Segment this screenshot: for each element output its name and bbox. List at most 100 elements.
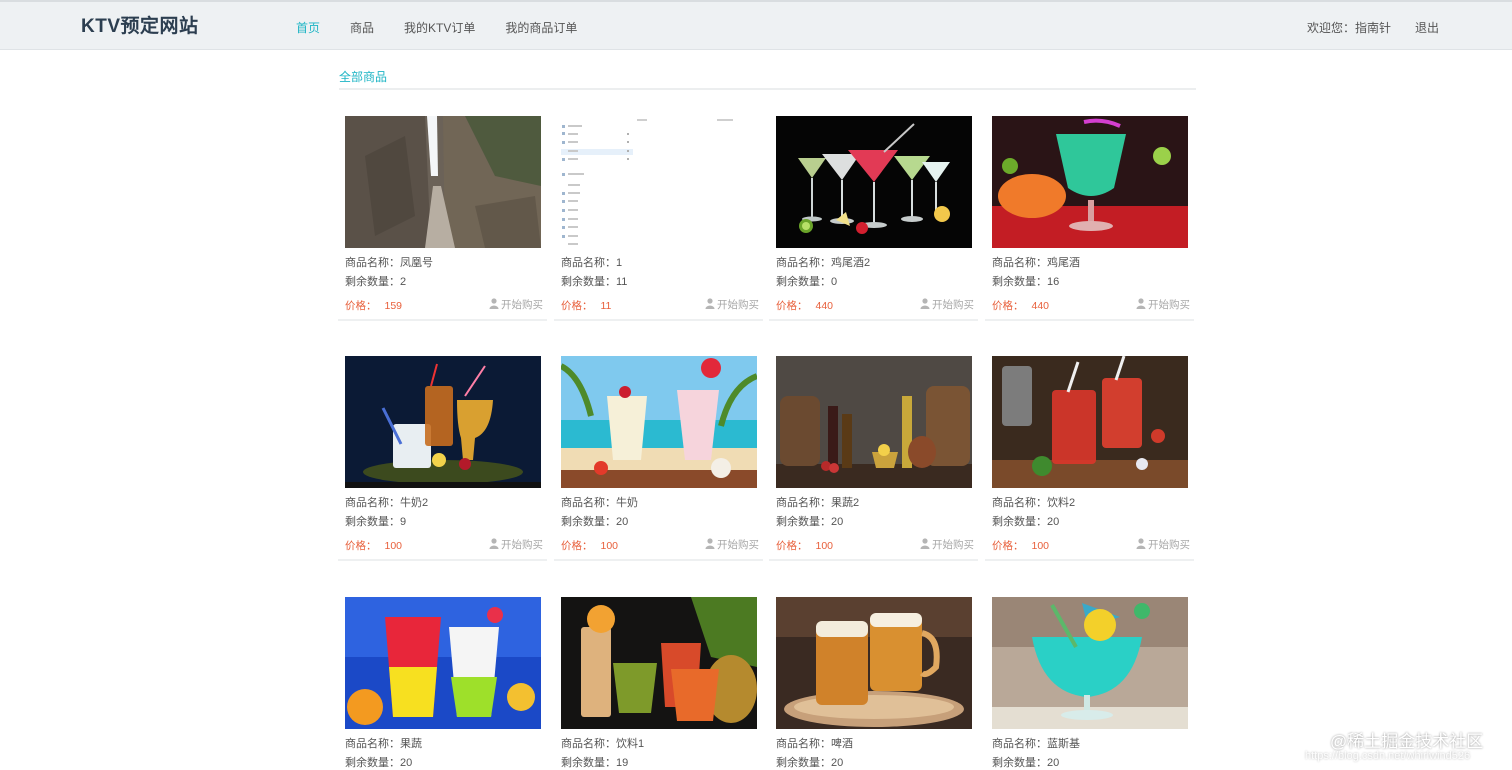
product-price: 价格： 440 [992, 298, 1049, 313]
price-value: 100 [1031, 540, 1050, 552]
product-image-wine-barrels[interactable] [776, 356, 972, 488]
product-quantity: 剩余数量：20 [992, 757, 1060, 769]
card-divider [985, 559, 1194, 561]
buy-label: 开始购买 [1148, 299, 1190, 311]
buy-button[interactable]: 开始购买 [705, 537, 759, 552]
price-label: 价格： [992, 300, 1024, 312]
buy-label: 开始购买 [717, 539, 759, 551]
nav-home[interactable]: 首页 [296, 19, 320, 36]
product-quantity: 剩余数量：9 [345, 516, 407, 528]
product-image-cocktails[interactable] [776, 116, 972, 248]
card-divider [554, 319, 763, 321]
product-image-rainbow-cocktails[interactable] [345, 597, 541, 729]
product-price: 价格： 440 [776, 298, 833, 313]
price-value: 100 [600, 540, 619, 552]
product-quantity: 剩余数量：19 [561, 757, 629, 769]
user-icon [489, 298, 499, 309]
card-divider [769, 319, 978, 321]
product-image-drinks-dark[interactable] [345, 356, 541, 488]
buy-button[interactable]: 开始购买 [1136, 537, 1190, 552]
product-quantity: 剩余数量：20 [561, 516, 629, 528]
price-value: 100 [384, 540, 403, 552]
product-image-canyon[interactable] [345, 116, 541, 248]
user-icon [705, 298, 715, 309]
card-divider [554, 559, 763, 561]
buy-label: 开始购买 [501, 299, 543, 311]
product-quantity: 剩余数量：0 [776, 276, 838, 288]
welcome-user: 欢迎您：指南针 [1307, 21, 1392, 35]
section-title: 全部商品 [339, 70, 388, 84]
buy-button[interactable]: 开始购买 [920, 297, 974, 312]
watermark-url: https://blog.csdn.net/whirlwind526 [1305, 750, 1471, 762]
card-divider [338, 319, 547, 321]
product-card: 商品名称：啤酒 剩余数量：20 [769, 589, 978, 770]
product-name: 商品名称：蓝斯基 [992, 738, 1080, 750]
product-name: 商品名称：鸡尾酒2 [776, 257, 871, 269]
product-name: 商品名称：凤凰号 [345, 257, 433, 269]
product-quantity: 剩余数量：20 [992, 516, 1060, 528]
card-divider [985, 319, 1194, 321]
section-divider [339, 88, 1196, 90]
buy-button[interactable]: 开始购买 [1136, 297, 1190, 312]
nav-product-orders[interactable]: 我的商品订单 [505, 19, 577, 36]
user-icon [920, 538, 930, 549]
product-card: 商品名称：饮料2 剩余数量：20 价格： 100 开始购买 [985, 348, 1194, 562]
product-name: 商品名称：1 [561, 257, 623, 269]
buy-label: 开始购买 [1148, 539, 1190, 551]
product-card: 商品名称：果蔬 剩余数量：20 [338, 589, 547, 770]
product-image-file-explorer[interactable] [561, 116, 757, 248]
price-label: 价格： [561, 540, 593, 552]
nav-ktv-orders[interactable]: 我的KTV订单 [404, 19, 475, 36]
user-icon [489, 538, 499, 549]
buy-label: 开始购买 [932, 299, 974, 311]
product-image-red-iced-drinks[interactable] [992, 356, 1188, 488]
product-quantity: 剩余数量：20 [776, 757, 844, 769]
product-card: 商品名称：饮料1 剩余数量：19 [554, 589, 763, 770]
logout-link[interactable]: 退出 [1415, 19, 1439, 36]
user-icon [705, 538, 715, 549]
site-brand[interactable]: KTV预定网站 [81, 11, 199, 38]
product-name: 商品名称：饮料2 [992, 497, 1076, 509]
buy-button[interactable]: 开始购买 [489, 297, 543, 312]
product-quantity: 剩余数量：2 [345, 276, 407, 288]
product-card: 商品名称：鸡尾酒2 剩余数量：0 价格： 440 开始购买 [769, 108, 978, 322]
product-name: 商品名称：果蔬 [345, 738, 422, 750]
price-label: 价格： [776, 300, 808, 312]
price-value: 440 [1031, 300, 1050, 312]
product-name: 商品名称：牛奶2 [345, 497, 429, 509]
card-divider [769, 559, 978, 561]
product-image-green-cocktail[interactable] [992, 116, 1188, 248]
product-price: 价格： 100 [776, 538, 833, 553]
card-divider [338, 559, 547, 561]
nav-products[interactable]: 商品 [350, 19, 374, 36]
product-price: 价格： 100 [992, 538, 1049, 553]
price-value: 440 [815, 300, 834, 312]
price-value: 100 [815, 540, 834, 552]
price-label: 价格： [992, 540, 1024, 552]
main-nav: 首页 商品 我的KTV订单 我的商品订单 [296, 19, 607, 36]
top-navbar: KTV预定网站 首页 商品 我的KTV订单 我的商品订单 欢迎您：指南针 退出 [0, 0, 1512, 50]
price-value: 11 [600, 300, 612, 312]
price-value: 159 [384, 300, 403, 312]
product-quantity: 剩余数量：11 [561, 276, 628, 288]
price-label: 价格： [776, 540, 808, 552]
product-price: 价格： 100 [345, 538, 402, 553]
price-label: 价格： [345, 540, 377, 552]
product-image-beer-mugs[interactable] [776, 597, 972, 729]
user-icon [920, 298, 930, 309]
product-image-juice-pineapple[interactable] [561, 597, 757, 729]
product-price: 价格： 159 [345, 298, 402, 313]
product-name: 商品名称：牛奶 [561, 497, 638, 509]
buy-button[interactable]: 开始购买 [705, 297, 759, 312]
price-label: 价格： [345, 300, 377, 312]
product-image-blue-cocktail[interactable] [992, 597, 1188, 729]
product-quantity: 剩余数量：20 [776, 516, 844, 528]
product-card: 商品名称：鸡尾酒 剩余数量：16 价格： 440 开始购买 [985, 108, 1194, 322]
product-name: 商品名称：果蔬2 [776, 497, 860, 509]
buy-button[interactable]: 开始购买 [920, 537, 974, 552]
product-price: 价格： 100 [561, 538, 618, 553]
product-price: 价格： 11 [561, 298, 611, 313]
product-quantity: 剩余数量：20 [345, 757, 413, 769]
product-image-beach-milkshakes[interactable] [561, 356, 757, 488]
buy-button[interactable]: 开始购买 [489, 537, 543, 552]
